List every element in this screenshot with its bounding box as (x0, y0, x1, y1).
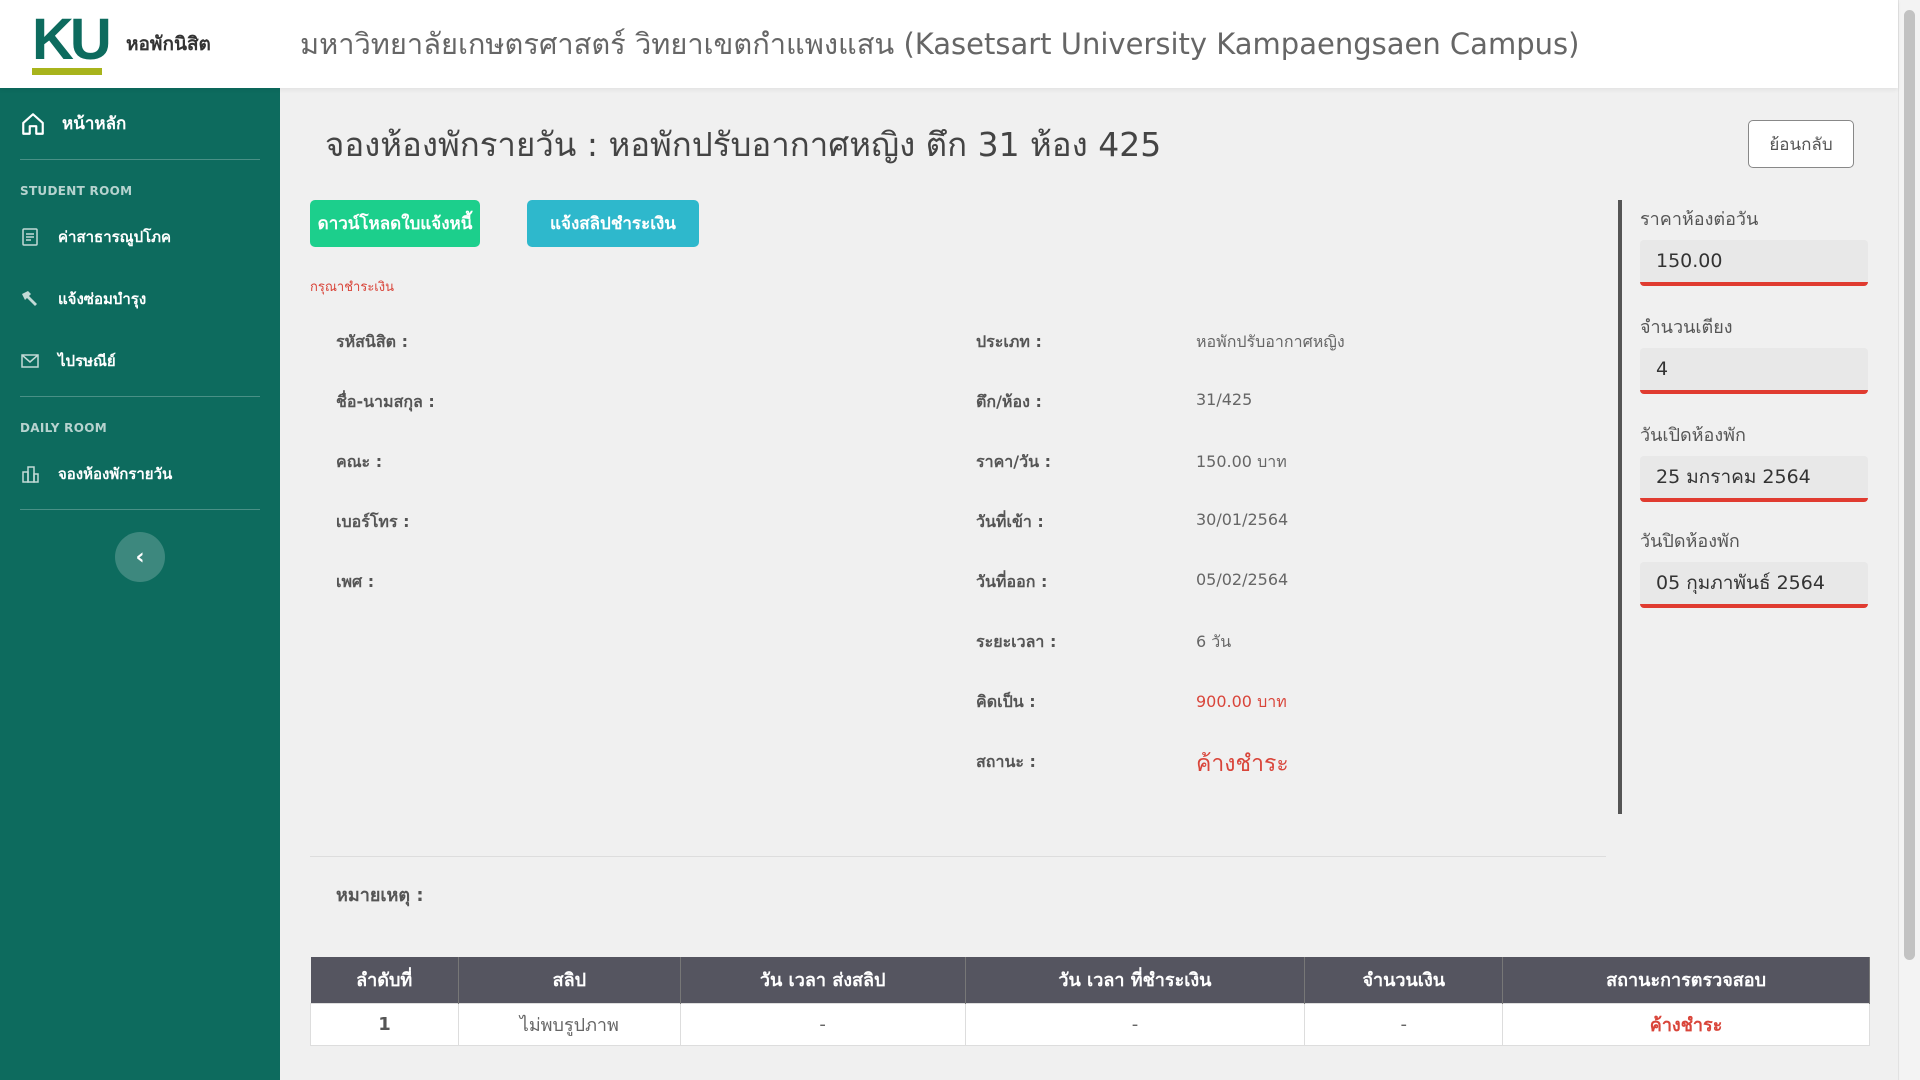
building-room-label: ตึก/ห้อง : (976, 392, 1042, 411)
bed-count-field: 4 (1640, 348, 1868, 394)
col-paid-time: วัน เวลา ที่ชำระเงิน (965, 957, 1306, 1003)
duration-label: ระยะเวลา : (976, 632, 1057, 651)
price-per-day-label: ราคา/วัน : (976, 452, 1051, 471)
sidebar-item-daily-booking[interactable]: จองห้องพักรายวัน (20, 443, 260, 505)
check-out-value: 05/02/2564 (1196, 570, 1289, 589)
panel-divider (1618, 200, 1622, 814)
room-price-field: 150.00 (1640, 240, 1868, 286)
note-label: หมายเหตุ : (336, 885, 424, 906)
full-name-label: ชื่อ-นามสกุล : (336, 392, 435, 411)
section-daily-room: DAILY ROOM (20, 421, 107, 435)
brand[interactable]: KU หอพักนิสิต (0, 0, 280, 88)
close-date-label: วันปิดห้องพัก (1640, 531, 1740, 552)
col-status: สถานะการตรวจสอบ (1502, 957, 1870, 1003)
cell-amount: - (1304, 1002, 1504, 1046)
total-label: คิดเป็น : (976, 692, 1036, 711)
brand-caption: หอพักนิสิต (126, 33, 211, 55)
check-in-value: 30/01/2564 (1196, 510, 1289, 529)
cell-slip-time: - (679, 1002, 966, 1046)
scrollbar-thumb[interactable] (1904, 10, 1915, 960)
sidebar-item-maintenance[interactable]: แจ้งซ่อมบำรุง (20, 268, 260, 330)
sidebar-item-label: จองห้องพักรายวัน (58, 465, 173, 483)
sidebar-item-label: หน้าหลัก (62, 114, 127, 134)
bed-count-label: จำนวนเตียง (1640, 317, 1733, 338)
close-date-field: 05 กุมภาพันธ์ 2564 (1640, 562, 1868, 608)
total-value: 900.00 บาท (1196, 692, 1287, 711)
mail-icon (21, 354, 39, 368)
payment-table: ลำดับที่ สลิป วัน เวลา ส่งสลิป วัน เวลา … (310, 957, 1870, 1046)
hammer-icon (22, 291, 37, 306)
col-slip-time: วัน เวลา ส่งสลิป (680, 957, 966, 1003)
status-value: ค้างชำระ (1196, 751, 1289, 777)
payment-notice: กรุณาชำระเงิน (310, 280, 394, 295)
chevron-left-icon: ‹ (135, 544, 145, 570)
price-per-day-value: 150.00 บาท (1196, 452, 1287, 471)
download-invoice-button[interactable]: ดาวน์โหลดใบแจ้งหนี้ (310, 200, 480, 247)
table-row: 1 ไม่พบรูปภาพ - - - ค้างชำระ (310, 1002, 1870, 1046)
back-button[interactable]: ย้อนกลับ (1748, 120, 1854, 168)
student-id-label: รหัสนิสิต : (336, 332, 408, 351)
main-content: จองห้องพักรายวัน : หอพักปรับอากาศหญิง ตึ… (280, 88, 1898, 1080)
faculty-label: คณะ : (336, 452, 383, 471)
page-scrollbar[interactable] (1898, 0, 1920, 1080)
sidebar-item-label: แจ้งซ่อมบำรุง (58, 290, 147, 308)
sidebar-item-utilities[interactable]: ค่าสาธารณูปโภค (20, 206, 260, 268)
phone-label: เบอร์โทร : (336, 512, 410, 531)
notify-slip-button[interactable]: แจ้งสลิปชำระเงิน (527, 200, 699, 247)
document-icon (22, 228, 38, 246)
site-title: มหาวิทยาลัยเกษตรศาสตร์ วิทยาเขตกำแพงแสน … (300, 27, 1580, 61)
room-price-label: ราคาห้องต่อวัน (1640, 209, 1759, 230)
home-icon (22, 112, 44, 135)
top-header: KU หอพักนิสิต มหาวิทยาลัยเกษตรศาสตร์ วิท… (0, 0, 1898, 88)
gender-label: เพศ : (336, 572, 375, 591)
type-label: ประเภท : (976, 332, 1042, 351)
divider (310, 856, 1606, 857)
sidebar-item-mail[interactable]: ไปรษณีย์ (20, 330, 260, 392)
cell-paid-time: - (964, 1002, 1306, 1046)
col-index: ลำดับที่ (310, 957, 459, 1003)
ku-logo: KU (32, 11, 112, 75)
check-out-label: วันที่ออก : (976, 572, 1048, 591)
cell-slip: ไม่พบรูปภาพ (457, 1002, 681, 1046)
sidebar-item-home[interactable]: หน้าหลัก (20, 88, 260, 160)
col-slip: สลิป (458, 957, 681, 1003)
check-in-label: วันที่เข้า : (976, 512, 1044, 531)
status-label: สถานะ : (976, 752, 1036, 771)
sidebar: หน้าหลัก STUDENT ROOM ค่าสาธารณูปโภค แจ้… (0, 88, 280, 1080)
cell-index: 1 (310, 1002, 459, 1046)
page-title: จองห้องพักรายวัน : หอพักปรับอากาศหญิง ตึ… (325, 125, 1162, 164)
building-room-value: 31/425 (1196, 390, 1253, 409)
section-student-room: STUDENT ROOM (20, 184, 133, 198)
type-value: หอพักปรับอากาศหญิง (1196, 332, 1345, 351)
sidebar-collapse-button[interactable]: ‹ (115, 532, 165, 582)
cell-status: ค้างชำระ (1502, 1002, 1870, 1046)
open-date-field: 25 มกราคม 2564 (1640, 456, 1868, 502)
sidebar-item-label: ไปรษณีย์ (58, 352, 116, 370)
col-amount: จำนวนเงิน (1304, 957, 1504, 1003)
building-icon (22, 466, 39, 483)
duration-value: 6 วัน (1196, 632, 1232, 651)
table-header-row: ลำดับที่ สลิป วัน เวลา ส่งสลิป วัน เวลา … (310, 957, 1870, 1003)
open-date-label: วันเปิดห้องพัก (1640, 425, 1746, 446)
sidebar-item-label: ค่าสาธารณูปโภค (58, 228, 172, 246)
